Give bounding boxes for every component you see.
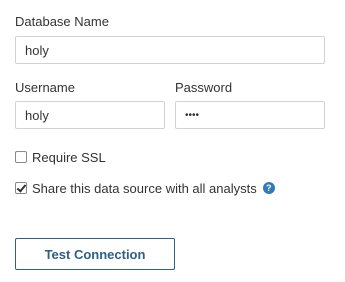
data-source-form: Database Name Username Password Require …	[0, 0, 345, 282]
require-ssl-checkbox[interactable]	[15, 151, 27, 163]
database-name-label: Database Name	[15, 14, 109, 29]
require-ssl-label[interactable]: Require SSL	[32, 150, 106, 165]
share-data-source-label[interactable]: Share this data source with all analysts	[32, 181, 257, 196]
password-label: Password	[175, 80, 233, 95]
test-connection-button[interactable]: Test Connection	[15, 238, 175, 270]
share-data-source-row[interactable]: Share this data source with all analysts…	[15, 180, 275, 196]
username-label: Username	[15, 80, 75, 95]
password-input[interactable]	[175, 101, 325, 129]
question-circle-icon[interactable]: ?	[262, 182, 275, 194]
database-name-input[interactable]	[15, 36, 325, 64]
share-data-source-checkbox[interactable]	[15, 182, 27, 194]
username-input[interactable]	[15, 101, 165, 129]
require-ssl-row[interactable]: Require SSL	[15, 149, 106, 165]
